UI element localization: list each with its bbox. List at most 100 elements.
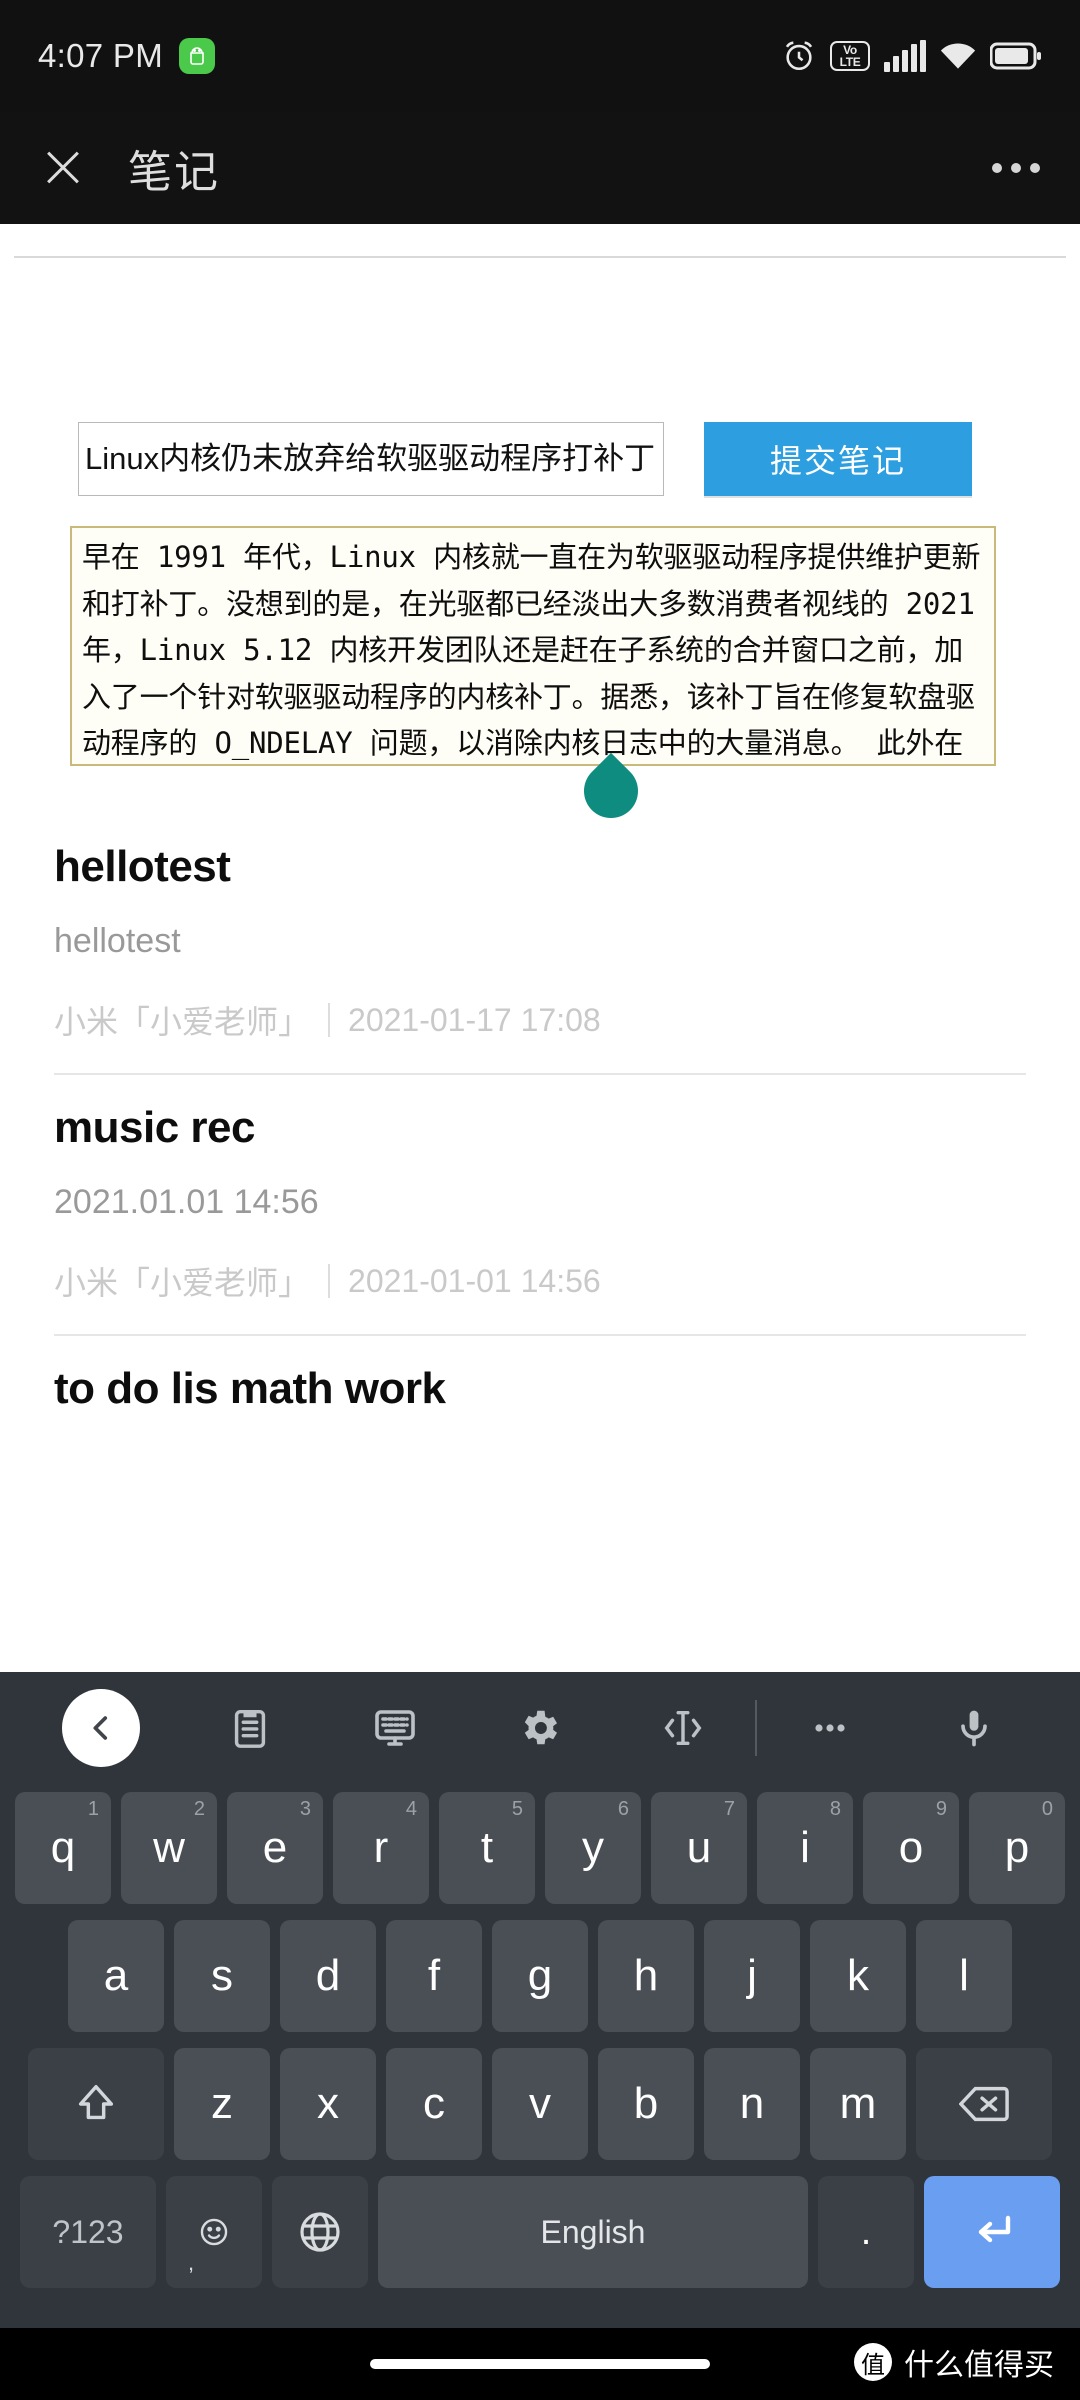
note-meta: 小米「小爱老师」 2021-01-17 17:08 [54,997,1026,1043]
keyboard-row-2: a s d f g h j k l [0,1912,1080,2040]
meta-separator [328,1003,331,1037]
watermark-badge: 值 [854,2343,892,2381]
key-c[interactable]: c [386,2048,482,2160]
watermark-text: 什么值得买 [904,2349,1054,2382]
note-title-input[interactable]: Linux内核仍未放弃给软驱驱动程序打补丁 [78,422,664,496]
key-j[interactable]: j [704,1920,800,2032]
signal-bars-icon [884,40,926,72]
key-label: w [153,1823,185,1872]
note-title: music rec [54,1103,255,1152]
key-z[interactable]: z [174,2048,270,2160]
key-f[interactable]: f [386,1920,482,2032]
keyboard-layout-icon[interactable] [323,1704,467,1752]
key-u[interactable]: 7u [651,1792,747,1904]
key-superscript: 4 [405,1798,417,1820]
key-superscript: 7 [723,1798,735,1820]
key-label: p [1004,1823,1030,1872]
more-dots-icon[interactable] [757,1718,901,1738]
webview-content: Linux内核仍未放弃给软驱驱动程序打补丁 提交笔记 早在 1991 年代，Li… [0,224,1080,1672]
key-e[interactable]: 3e [227,1792,323,1904]
key-superscript: 5 [511,1798,523,1820]
page-title: 笔记 [128,148,220,197]
space-key[interactable]: English [378,2176,808,2288]
key-n[interactable]: n [704,2048,800,2160]
list-item[interactable]: to do lis math work [0,1336,1080,1414]
alarm-clock-icon [782,39,816,73]
close-icon[interactable] [40,145,86,191]
key-p[interactable]: 0p [969,1792,1065,1904]
period-key[interactable]: . [818,2176,914,2288]
home-indicator[interactable] [370,2359,710,2369]
keyboard-toolbar [0,1672,1080,1784]
note-source: 小米「小爱老师」 [54,1265,311,1301]
clipboard-icon[interactable] [178,1705,322,1751]
key-label: u [686,1823,712,1872]
key-g[interactable]: g [492,1920,588,2032]
key-q[interactable]: 1q [15,1792,111,1904]
globe-icon[interactable] [272,2176,368,2288]
key-r[interactable]: 4r [333,1792,429,1904]
keyboard-back-button[interactable] [34,1689,178,1767]
key-label: t [480,1823,494,1872]
overflow-menu-icon[interactable] [992,163,1040,173]
key-label: q [50,1823,76,1872]
key-m[interactable]: m [810,2048,906,2160]
back-chevron-icon [62,1689,141,1767]
key-y[interactable]: 6y [545,1792,641,1904]
key-superscript: 0 [1041,1798,1053,1820]
keyboard-row-3: z x c v b n m [0,2040,1080,2168]
enter-key[interactable] [924,2176,1060,2288]
emoji-key[interactable]: , [166,2176,262,2288]
status-time: 4:07 PM [38,37,163,74]
on-screen-keyboard: 1q 2w 3e 4r 5t 6y 7u 8i 9o 0p a s d f g … [0,1672,1080,2328]
app-header: 笔记 [0,112,1080,224]
note-content-textarea[interactable]: 早在 1991 年代，Linux 内核就一直在为软驱驱动程序提供维护更新和打补丁… [70,526,996,766]
symbols-key[interactable]: ?123 [20,2176,156,2288]
volte-icon: Vo LTE [830,41,870,71]
key-label: o [898,1823,924,1872]
phone-screen: 4:07 PM Vo LTE 笔记 Linux内核仍未放弃给软驱驱动程序打补丁 … [0,0,1080,2400]
keyboard-row-1: 1q 2w 3e 4r 5t 6y 7u 8i 9o 0p [0,1784,1080,1912]
content-divider [14,256,1066,258]
note-body: 2021.01.01 14:56 [54,1183,319,1221]
key-superscript: 6 [617,1798,629,1820]
meta-separator [328,1264,331,1298]
list-item[interactable]: hellotest hellotest 小米「小爱老师」 2021-01-17 … [0,814,1080,1043]
cursor-move-icon[interactable] [611,1705,755,1751]
note-timestamp: 2021-01-01 14:56 [348,1262,601,1299]
key-a[interactable]: a [68,1920,164,2032]
key-superscript: 3 [299,1798,311,1820]
key-i[interactable]: 8i [757,1792,853,1904]
key-t[interactable]: 5t [439,1792,535,1904]
list-item[interactable]: music rec 2021.01.01 14:56 小米「小爱老师」 2021… [0,1075,1080,1304]
key-s[interactable]: s [174,1920,270,2032]
key-k[interactable]: k [810,1920,906,2032]
keyboard-row-4: ?123 , English . [0,2168,1080,2296]
wifi-icon [940,41,976,71]
key-w[interactable]: 2w [121,1792,217,1904]
key-label: i [800,1823,810,1872]
key-superscript: 2 [193,1798,205,1820]
key-b[interactable]: b [598,2048,694,2160]
microphone-icon[interactable] [902,1705,1046,1751]
key-h[interactable]: h [598,1920,694,2032]
key-superscript: 1 [87,1798,99,1820]
shift-key[interactable] [28,2048,164,2160]
battery-icon [990,42,1042,70]
key-d[interactable]: d [280,1920,376,2032]
key-o[interactable]: 9o [863,1792,959,1904]
key-v[interactable]: v [492,2048,588,2160]
key-superscript: 9 [935,1798,947,1820]
note-title: hellotest [54,842,231,891]
system-nav-bar: 值 什么值得买 [0,2328,1080,2400]
backspace-key[interactable] [916,2048,1052,2160]
note-timestamp: 2021-01-17 17:08 [348,1001,601,1038]
note-title: to do lis math work [54,1364,446,1413]
gear-icon[interactable] [467,1705,611,1751]
status-bar: 4:07 PM Vo LTE [0,0,1080,112]
watermark: 值 什么值得买 [854,2340,1054,2384]
key-x[interactable]: x [280,2048,376,2160]
note-form: Linux内核仍未放弃给软驱驱动程序打补丁 提交笔记 [78,422,972,496]
key-l[interactable]: l [916,1920,1012,2032]
submit-note-button[interactable]: 提交笔记 [704,422,972,496]
